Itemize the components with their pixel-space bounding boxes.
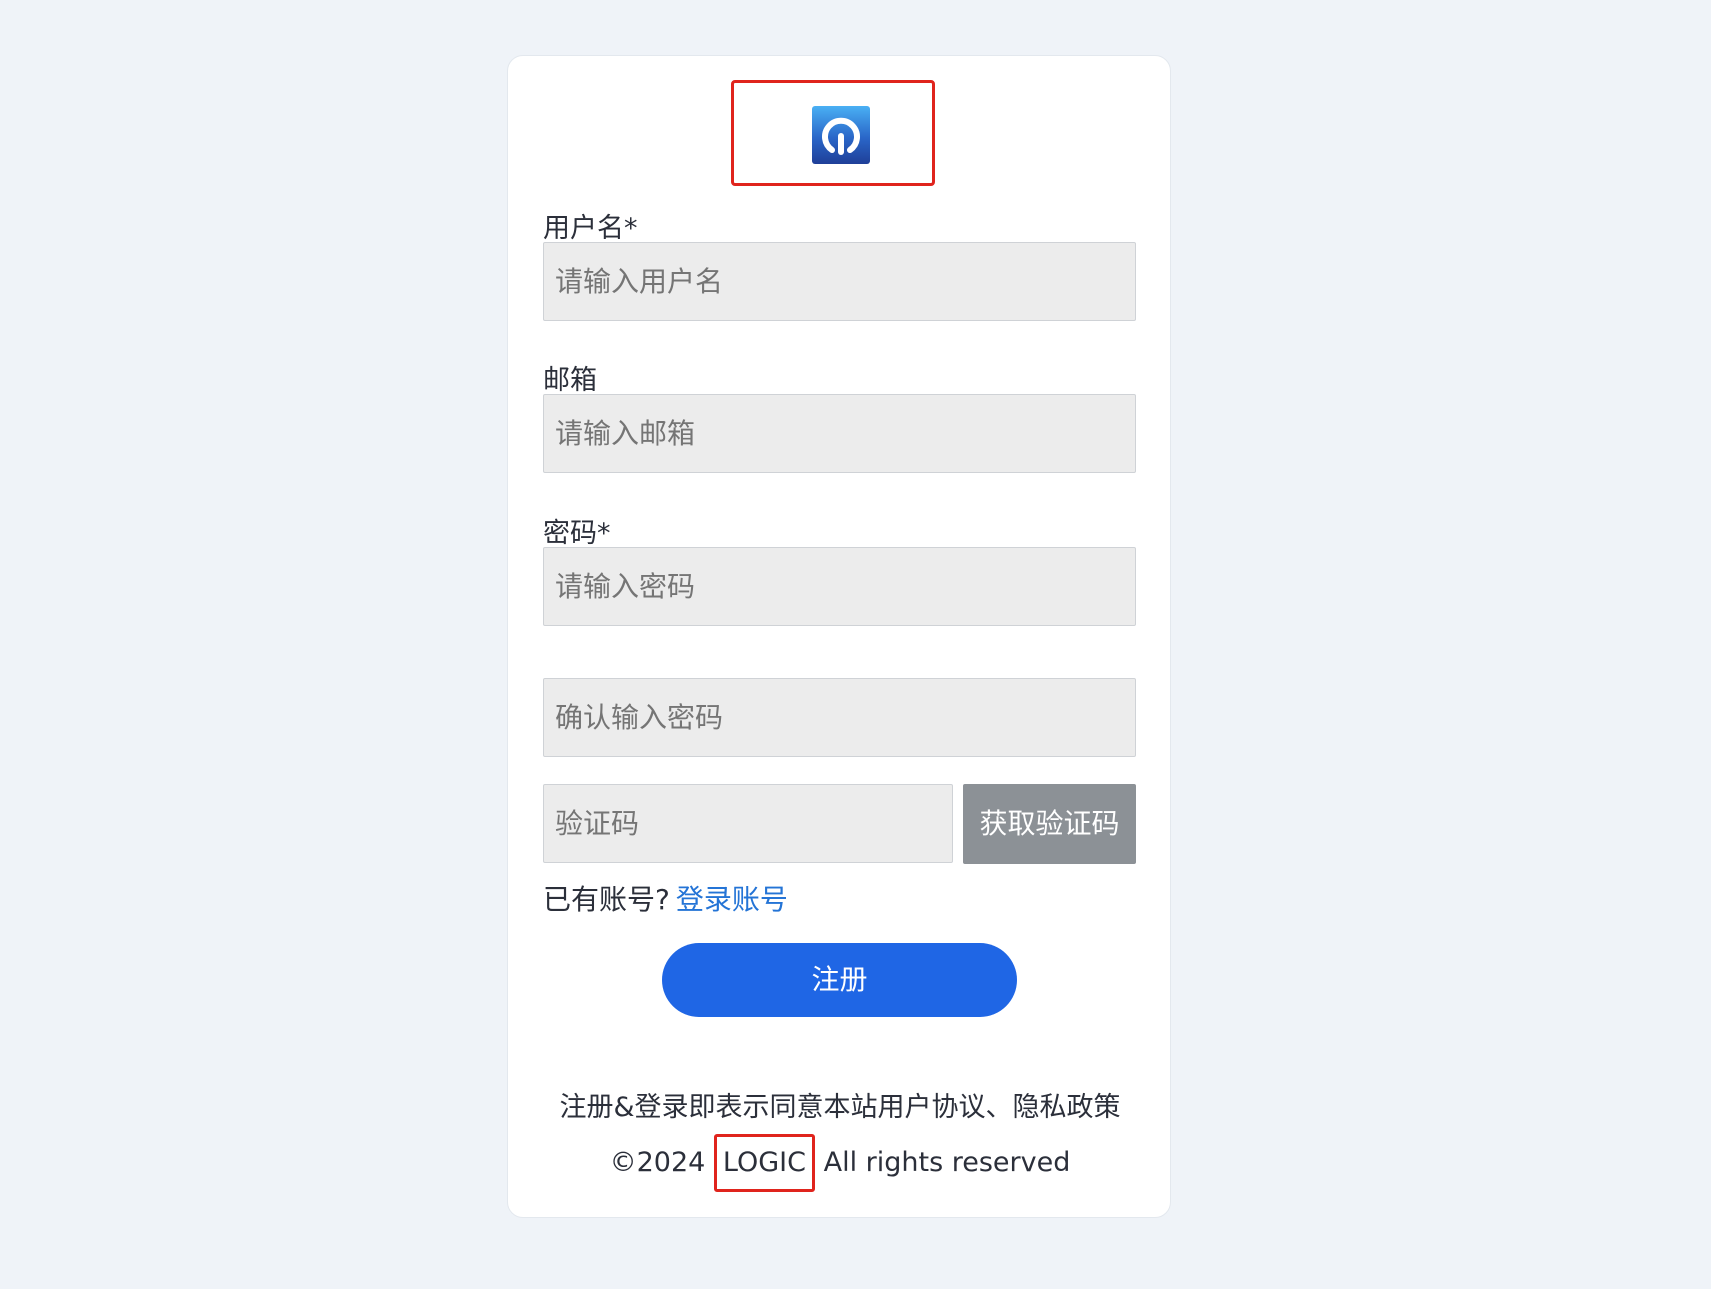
logo-highlight-box	[731, 80, 935, 186]
brand-name: LOGIC	[713, 1134, 815, 1192]
password-input[interactable]	[543, 547, 1136, 626]
login-link[interactable]: 登录账号	[676, 883, 788, 916]
register-button[interactable]: 注册	[662, 943, 1017, 1017]
register-card: 用户名* 邮箱 密码* 获取验证码 已有账号?登录账号 注册 注册&登录即表示同…	[507, 55, 1171, 1218]
agreement-text: 注册&登录即表示同意本站用户协议、隐私政策	[559, 1092, 1121, 1123]
password-label: 密码*	[543, 518, 611, 549]
username-input[interactable]	[543, 242, 1136, 321]
copyright-suffix: All rights reserved	[823, 1147, 1071, 1178]
login-prompt-text: 已有账号?	[543, 883, 670, 916]
captcha-input[interactable]	[543, 784, 953, 863]
copyright: ©2024 LOGIC All rights reserved	[508, 1134, 1172, 1192]
login-prompt: 已有账号? 登录账号	[543, 878, 788, 918]
confirm-password-input[interactable]	[543, 678, 1136, 757]
get-captcha-button[interactable]: 获取验证码	[963, 784, 1136, 864]
power-logo-icon	[812, 106, 870, 164]
copyright-prefix: ©2024	[609, 1147, 706, 1178]
email-input[interactable]	[543, 394, 1136, 473]
username-label: 用户名*	[543, 213, 638, 244]
email-label: 邮箱	[543, 365, 597, 396]
